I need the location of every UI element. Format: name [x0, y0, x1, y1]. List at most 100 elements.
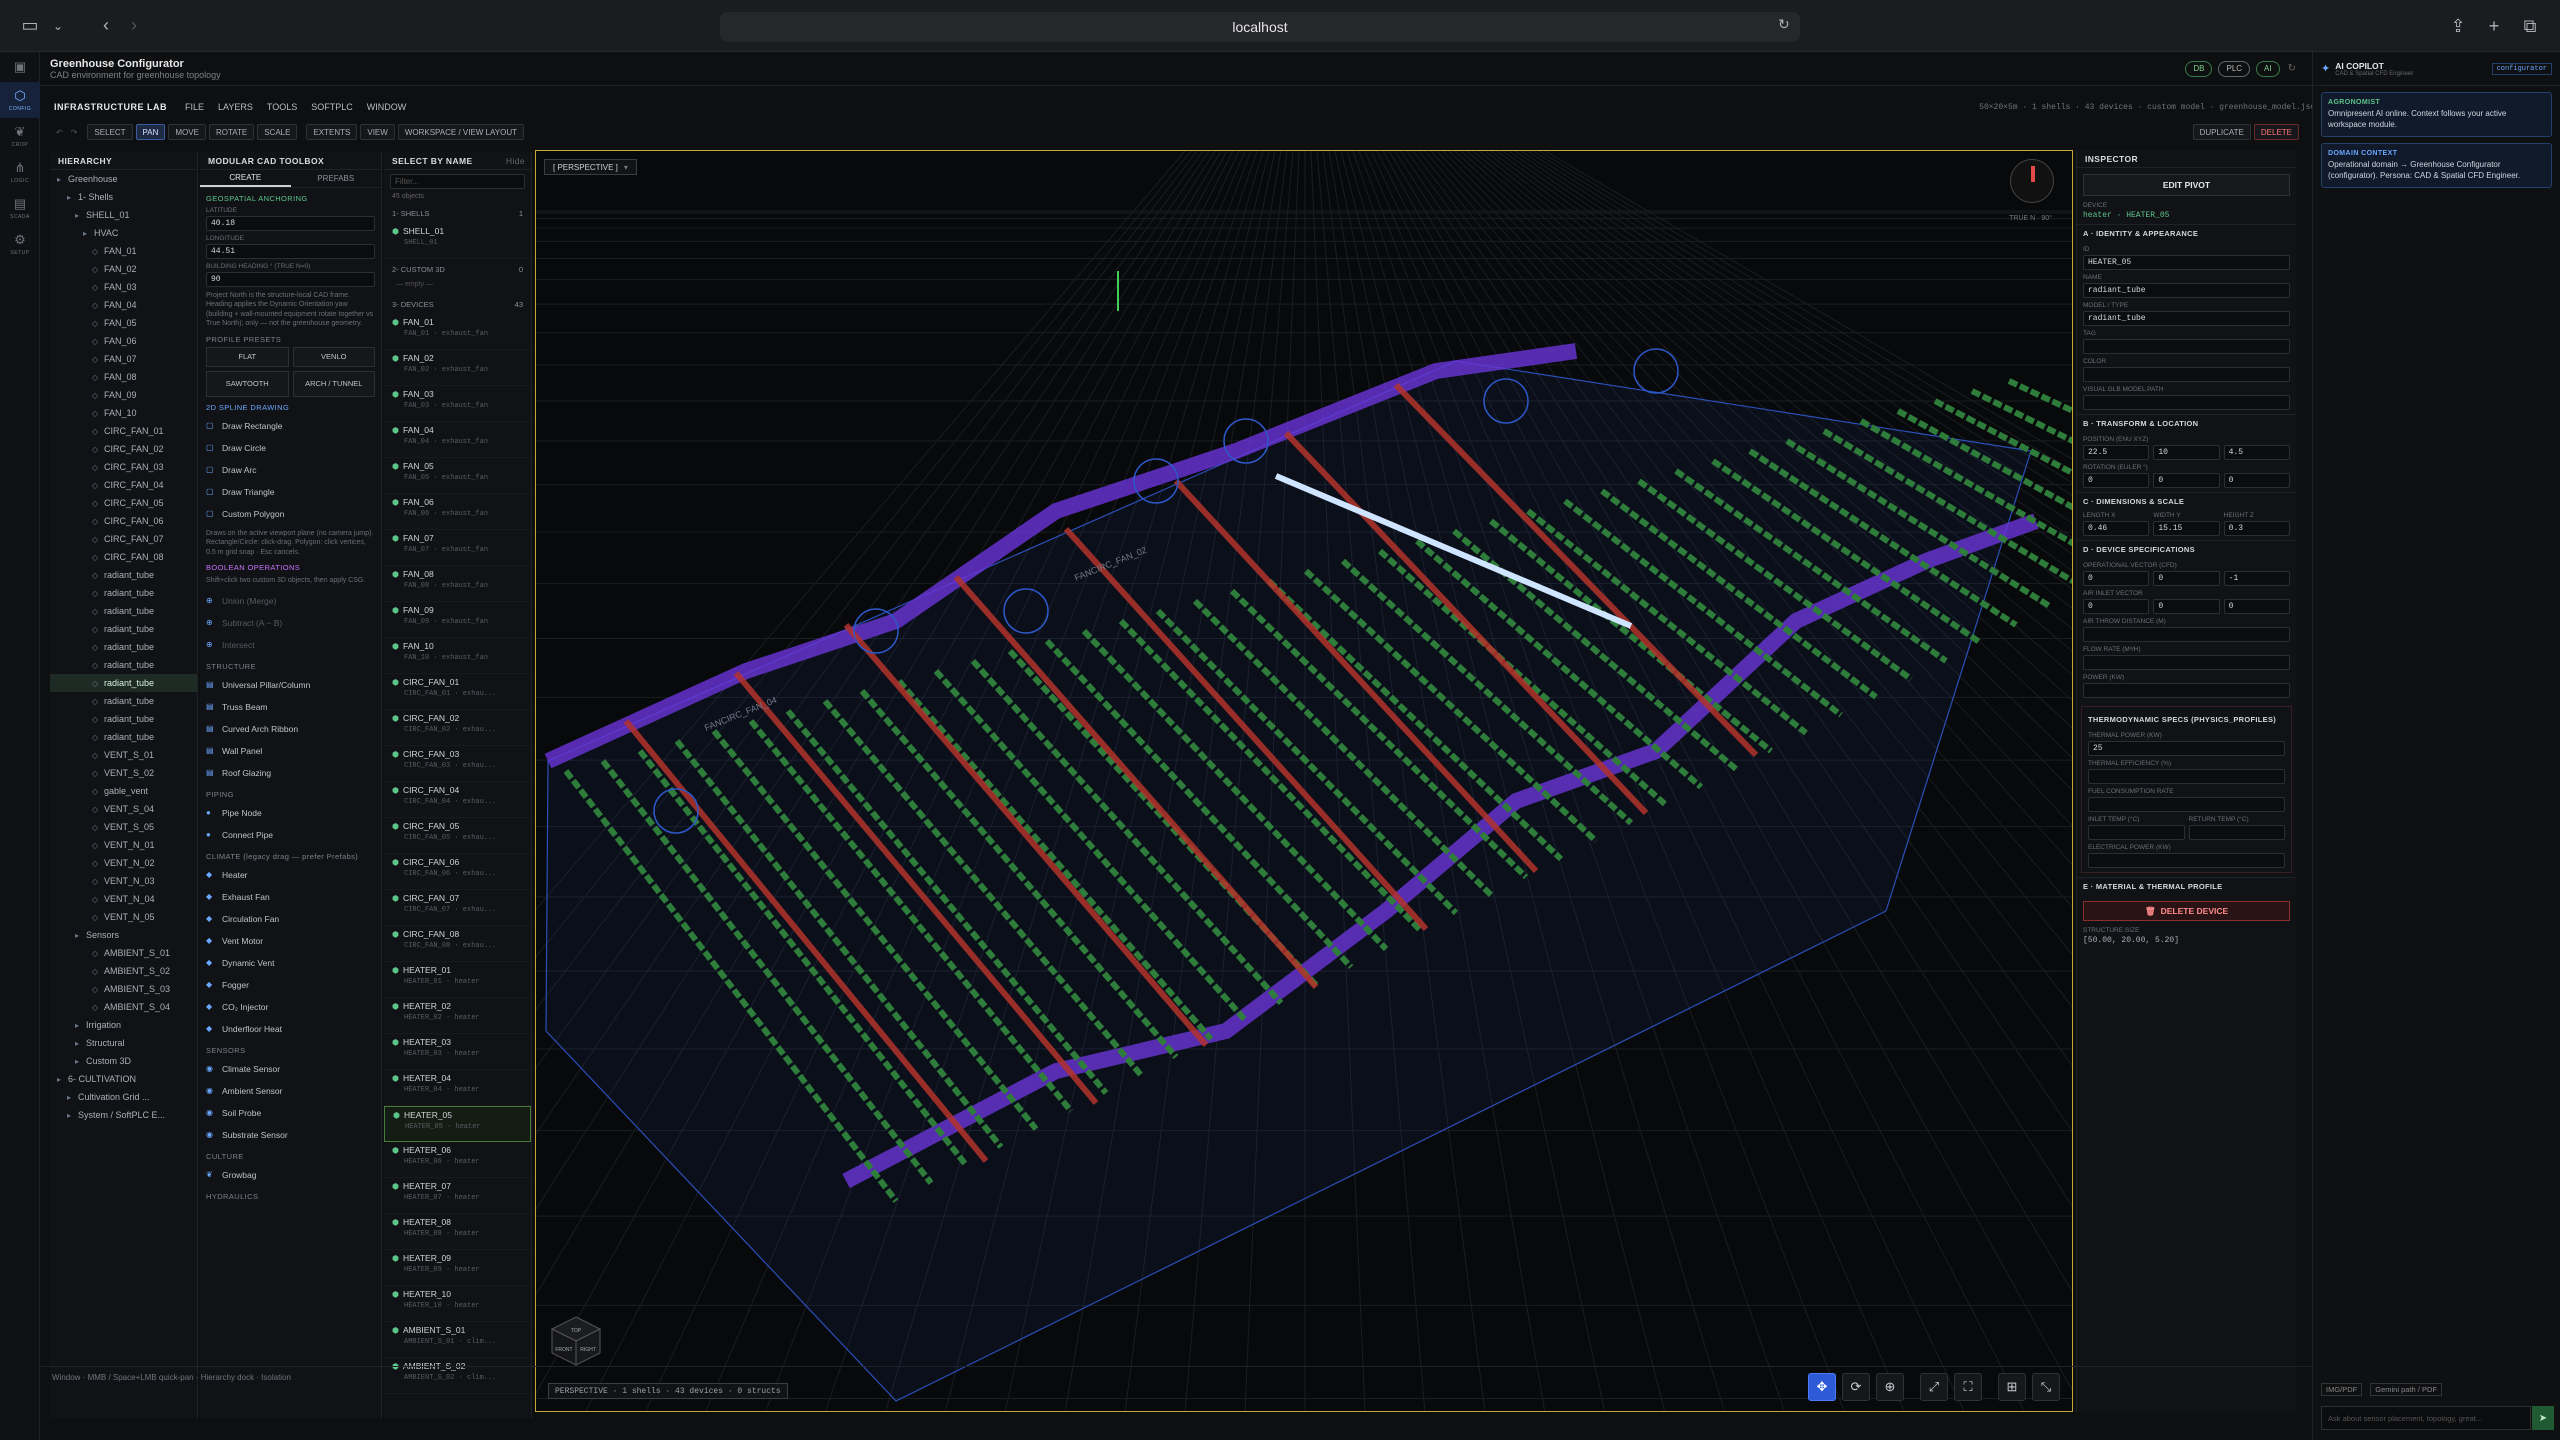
- preset-arch[interactable]: ARCH / TUNNEL: [292, 370, 375, 397]
- hierarchy-row[interactable]: ◇ FAN_07: [50, 350, 197, 368]
- delete-button[interactable]: DELETE: [2253, 124, 2299, 140]
- section-transform[interactable]: B · TRANSFORM & LOCATION: [2077, 414, 2296, 432]
- hierarchy-row[interactable]: ◇ AMBIENT_S_03: [50, 980, 197, 998]
- hierarchy-row[interactable]: ◇ CIRC_FAN_05: [50, 494, 197, 512]
- refresh-icon[interactable]: ↻: [2288, 63, 2296, 74]
- tool-rotate[interactable]: ROTATE: [208, 124, 255, 140]
- hierarchy-row[interactable]: ◇ radiant_tube: [50, 620, 197, 638]
- power-field[interactable]: [2083, 683, 2290, 698]
- hierarchy-row[interactable]: ◇ VENT_S_04: [50, 800, 197, 818]
- tool-item[interactable]: ● Pipe Node: [200, 802, 381, 824]
- tool-item[interactable]: ▢ Draw Rectangle: [200, 415, 381, 437]
- tool-pan[interactable]: PAN: [135, 124, 166, 140]
- name-row[interactable]: ⬢ CIRC_FAN_02 CIRC_FAN_02 · exhau...: [384, 710, 531, 746]
- fuel-field[interactable]: [2088, 797, 2285, 812]
- hierarchy-row[interactable]: ◇ VENT_S_01: [50, 746, 197, 764]
- hierarchy-row[interactable]: ▸ Custom 3D: [50, 1052, 197, 1070]
- hierarchy-row[interactable]: ▸ HVAC: [50, 224, 197, 242]
- tool-select[interactable]: SELECT: [87, 124, 133, 140]
- db-status-pill[interactable]: DB: [2185, 60, 2213, 77]
- tool-item[interactable]: ◉ Soil Probe: [200, 1102, 381, 1124]
- pos-x-field[interactable]: 22.5: [2083, 445, 2150, 460]
- hierarchy-row[interactable]: ◇ FAN_05: [50, 314, 197, 332]
- air-z-field[interactable]: 0: [2223, 599, 2290, 614]
- rot-z-field[interactable]: 0: [2223, 473, 2290, 488]
- hierarchy-row[interactable]: ▸ SHELL_01: [50, 206, 197, 224]
- sidebar-toggle-icon[interactable]: ▭: [16, 12, 44, 40]
- tool-item[interactable]: ⊕ Union (Merge): [200, 590, 381, 612]
- name-field[interactable]: radiant_tube: [2083, 283, 2290, 298]
- tool-item[interactable]: ◆ Heater: [200, 864, 381, 886]
- preset-flat[interactable]: FLAT: [206, 346, 289, 367]
- name-row[interactable]: ⬢ HEATER_03 HEATER_03 · heater: [384, 1034, 531, 1070]
- section-identity[interactable]: A · IDENTITY & APPEARANCE: [2077, 224, 2296, 242]
- rail-logic[interactable]: ⋔ LOGIC: [0, 154, 40, 190]
- hierarchy-row[interactable]: ▸ 1- Shells: [50, 188, 197, 206]
- name-row[interactable]: ⬢ CIRC_FAN_03 CIRC_FAN_03 · exhau...: [384, 746, 531, 782]
- tab-create[interactable]: CREATE: [200, 170, 291, 187]
- hierarchy-row[interactable]: ◇ FAN_03: [50, 278, 197, 296]
- hierarchy-row[interactable]: ◇ radiant_tube: [50, 674, 197, 692]
- hierarchy-row[interactable]: ▸ System / SoftPLC E...: [50, 1106, 197, 1124]
- op-y-field[interactable]: 0: [2153, 571, 2220, 586]
- latitude-field[interactable]: 40.18: [206, 216, 375, 231]
- name-row[interactable]: ⬢ CIRC_FAN_04 CIRC_FAN_04 · exhau...: [384, 782, 531, 818]
- height-field[interactable]: 0.3: [2223, 521, 2290, 536]
- hierarchy-row[interactable]: ◇ VENT_N_01: [50, 836, 197, 854]
- plc-status-pill[interactable]: PLC: [2218, 60, 2251, 77]
- name-row[interactable]: ⬢ CIRC_FAN_07 CIRC_FAN_07 · exhau...: [384, 890, 531, 926]
- thermal-eff-field[interactable]: [2088, 769, 2285, 784]
- tool-item[interactable]: ⊕ Intersect: [200, 634, 381, 656]
- hierarchy-row[interactable]: ◇ VENT_N_04: [50, 890, 197, 908]
- tool-item[interactable]: ◆ CO₂ Injector: [200, 996, 381, 1018]
- color-field[interactable]: [2083, 367, 2290, 382]
- tool-item[interactable]: ▤ Truss Beam: [200, 696, 381, 718]
- tool-item[interactable]: ◆ Dynamic Vent: [200, 952, 381, 974]
- name-row[interactable]: ⬢ FAN_06 FAN_06 · exhaust_fan: [384, 494, 531, 530]
- name-row[interactable]: ⬢ HEATER_07 HEATER_07 · heater: [384, 1178, 531, 1214]
- name-row[interactable]: ⬢ FAN_05 FAN_05 · exhaust_fan: [384, 458, 531, 494]
- tabs-overview-icon[interactable]: ⧉: [2516, 12, 2544, 40]
- ai-status-pill[interactable]: AI: [2256, 60, 2280, 77]
- hierarchy-row[interactable]: ◇ radiant_tube: [50, 584, 197, 602]
- attach-button[interactable]: IMG/PDF: [2321, 1382, 2363, 1396]
- hierarchy-row[interactable]: ◇ CIRC_FAN_01: [50, 422, 197, 440]
- rail-config[interactable]: ⬡ CONFIG: [0, 82, 40, 118]
- preset-sawtooth[interactable]: SAWTOOTH: [206, 370, 289, 397]
- op-x-field[interactable]: 0: [2083, 571, 2150, 586]
- hierarchy-row[interactable]: ◇ VENT_S_05: [50, 818, 197, 836]
- tool-item[interactable]: ◆ Underfloor Heat: [200, 1018, 381, 1040]
- glb-path-field[interactable]: [2083, 395, 2290, 410]
- menu-tools[interactable]: TOOLS: [267, 102, 297, 112]
- throw-field[interactable]: [2083, 627, 2290, 642]
- tool-item[interactable]: ❦ Growbag: [200, 1164, 381, 1186]
- hierarchy-row[interactable]: ◇ CIRC_FAN_04: [50, 476, 197, 494]
- name-row[interactable]: ⬢ CIRC_FAN_05 CIRC_FAN_05 · exhau...: [384, 818, 531, 854]
- name-row[interactable]: ⬢ HEATER_08 HEATER_08 · heater: [384, 1214, 531, 1250]
- hierarchy-row[interactable]: ◇ VENT_N_02: [50, 854, 197, 872]
- tool-item[interactable]: ◆ Vent Motor: [200, 930, 381, 952]
- tool-item[interactable]: ▤ Curved Arch Ribbon: [200, 718, 381, 740]
- tool-view[interactable]: VIEW: [360, 124, 395, 140]
- tab-prefabs[interactable]: PREFABS: [291, 170, 382, 187]
- hierarchy-row[interactable]: ◇ FAN_02: [50, 260, 197, 278]
- tool-item[interactable]: ▢ Draw Triangle: [200, 481, 381, 503]
- name-row[interactable]: ⬢ HEATER_04 HEATER_04 · heater: [384, 1070, 531, 1106]
- hierarchy-row[interactable]: ◇ FAN_04: [50, 296, 197, 314]
- tool-item[interactable]: ▢ Draw Arc: [200, 459, 381, 481]
- copilot-mode[interactable]: configurator: [2491, 62, 2552, 75]
- hierarchy-row[interactable]: ◇ radiant_tube: [50, 710, 197, 728]
- hierarchy-row[interactable]: ◇ CIRC_FAN_03: [50, 458, 197, 476]
- air-x-field[interactable]: 0: [2083, 599, 2150, 614]
- id-field[interactable]: HEATER_05: [2083, 255, 2290, 270]
- rot-x-field[interactable]: 0: [2083, 473, 2150, 488]
- name-group-header[interactable]: 1- SHELLS 1: [384, 203, 531, 223]
- rot-y-field[interactable]: 0: [2153, 473, 2220, 488]
- name-row[interactable]: ⬢ HEATER_09 HEATER_09 · heater: [384, 1250, 531, 1286]
- hierarchy-row[interactable]: ▸ Greenhouse: [50, 170, 197, 188]
- filter-input[interactable]: Filter...: [390, 174, 525, 189]
- hierarchy-row[interactable]: ◇ CIRC_FAN_07: [50, 530, 197, 548]
- section-dimensions[interactable]: C · DIMENSIONS & SCALE: [2077, 492, 2296, 510]
- menu-file[interactable]: FILE: [185, 102, 204, 112]
- name-group-header[interactable]: 3- DEVICES 43: [384, 294, 531, 314]
